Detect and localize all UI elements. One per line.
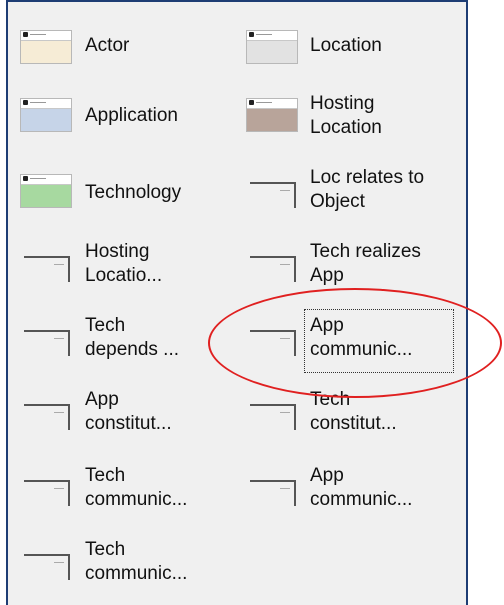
palette-item-label: Hosting Locatio... <box>85 241 163 286</box>
palette-item-tech-communicates-2[interactable]: Tech communic... <box>20 538 230 594</box>
palette-item-technology[interactable]: Technology <box>20 166 230 222</box>
palette-item-location[interactable]: Location <box>246 24 456 70</box>
relationship-connector-icon <box>250 474 300 514</box>
palette-item-tech-communicates[interactable]: Tech communic... <box>20 464 230 520</box>
relationship-connector-icon <box>250 398 300 438</box>
palette-item-actor[interactable]: Actor <box>20 24 220 70</box>
palette-item-application[interactable]: Application <box>20 88 230 144</box>
palette-item-hosting-location[interactable]: Hosting Location <box>246 88 456 144</box>
palette-item-label: Tech realizes App <box>310 241 421 286</box>
hosting-location-swatch-icon <box>246 98 298 132</box>
palette-item-label: Hosting Location <box>310 93 382 138</box>
palette-item-label: Location <box>310 35 382 56</box>
palette-item-app-constitutes[interactable]: App constitut... <box>20 388 230 444</box>
palette-item-label: Application <box>85 105 178 126</box>
palette-item-hosting-location-relation[interactable]: Hosting Locatio... <box>20 240 230 296</box>
red-annotation-circle <box>208 288 502 398</box>
palette-item-app-communicates-2[interactable]: App communic... <box>246 464 461 520</box>
application-swatch-icon <box>20 98 72 132</box>
relationship-connector-icon <box>24 474 74 514</box>
relationship-connector-icon <box>24 548 74 588</box>
relationship-connector-icon <box>250 250 300 290</box>
palette-item-tech-depends[interactable]: Tech depends ... <box>20 314 230 370</box>
actor-swatch-icon <box>20 30 72 64</box>
relationship-connector-icon <box>24 324 74 364</box>
palette-item-label: Tech depends ... <box>85 315 180 360</box>
palette-item-label: Technology <box>85 182 182 203</box>
palette-item-label: App communic... <box>310 465 413 510</box>
palette-item-label: Actor <box>85 35 130 56</box>
technology-swatch-icon <box>20 174 72 208</box>
palette-item-label: Loc relates to Object <box>310 167 425 212</box>
relationship-connector-icon <box>24 398 74 438</box>
palette-item-label: Tech communic... <box>85 465 188 510</box>
relationship-connector-icon <box>24 250 74 290</box>
palette-item-loc-relates-to-object[interactable]: Loc relates to Object <box>246 166 461 222</box>
palette-item-label: Tech communic... <box>85 539 188 584</box>
location-swatch-icon <box>246 30 298 64</box>
relationship-connector-icon <box>250 176 300 216</box>
palette-item-label: App constitut... <box>85 389 172 434</box>
